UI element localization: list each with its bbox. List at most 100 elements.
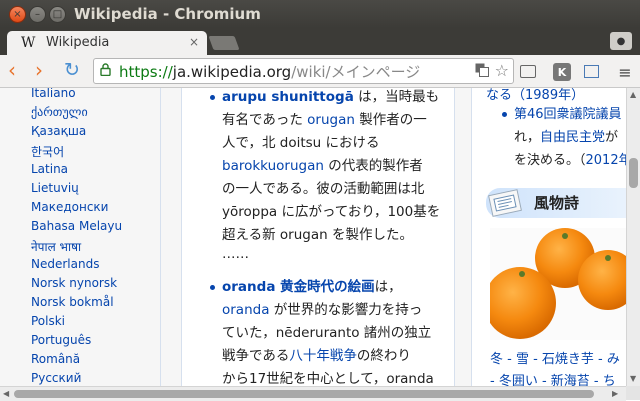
- lang-link[interactable]: Norsk bokmål: [31, 295, 114, 309]
- lang-link[interactable]: Română: [31, 352, 80, 366]
- lang-link[interactable]: Italiano: [31, 88, 76, 100]
- list-item-line: oranda 黄金時代の絵画は，: [222, 275, 402, 295]
- bookmark-star-icon[interactable]: ☆: [495, 61, 509, 80]
- inline-link[interactable]: 2012年: [586, 153, 626, 168]
- text: れ，: [514, 130, 541, 145]
- lang-link[interactable]: Bahasa Melayu: [31, 219, 122, 233]
- horizontal-scroll-thumb[interactable]: [14, 390, 594, 398]
- window-close-button[interactable]: ×: [9, 6, 26, 23]
- scroll-down-arrow-icon[interactable]: ▼: [630, 374, 636, 383]
- list-item-line: 戦争である八十年戦争の終わり: [222, 344, 411, 364]
- lang-link[interactable]: Português: [31, 333, 91, 347]
- text: の代表的製作者: [323, 158, 423, 174]
- right-line: を決める。（2012年: [514, 149, 626, 168]
- right-line: れ，自由民主党が: [514, 126, 618, 145]
- address-bar[interactable]: https://ja.wikipedia.org/wiki/メインページ ☆: [93, 58, 514, 84]
- translate-icon[interactable]: [475, 63, 489, 77]
- lang-link[interactable]: Norsk nynorsk: [31, 276, 117, 290]
- lang-link[interactable]: Қазақша: [31, 124, 86, 138]
- tab-close-icon[interactable]: ×: [189, 35, 199, 49]
- browser-toolbar: ‹ › ↻ https://ja.wikipedia.org/wiki/メインペ…: [0, 55, 640, 88]
- right-line[interactable]: 第46回衆議院議員: [514, 103, 622, 122]
- text: の終わり: [356, 348, 411, 364]
- list-item-line: 有名であった orugan 製作者の一: [222, 108, 427, 128]
- list-item-line: arupu shunittogā は，当時最も: [222, 88, 439, 105]
- wikipedia-favicon-icon: W: [21, 35, 36, 51]
- lang-link[interactable]: Македонски: [31, 200, 108, 214]
- profile-icon[interactable]: ●: [610, 32, 632, 50]
- window-title: Wikipedia - Chromium: [74, 5, 261, 23]
- text: 有名であった: [222, 112, 308, 128]
- fullscreen-icon[interactable]: [584, 65, 599, 78]
- inline-link[interactable]: 八十年戦争: [289, 348, 357, 364]
- list-bullet: [502, 112, 507, 117]
- inline-link[interactable]: oranda: [222, 302, 269, 318]
- url-text[interactable]: https://ja.wikipedia.org/wiki/メインページ: [119, 61, 420, 82]
- cast-icon[interactable]: [520, 65, 536, 78]
- seasonal-links-line[interactable]: 冬 - 雪 - 石焼き芋 - み: [490, 348, 620, 367]
- tab-label: Wikipedia: [46, 35, 110, 50]
- inline-link[interactable]: barokkuorugan: [222, 158, 324, 174]
- title-bar: × – □ Wikipedia - Chromium: [0, 0, 640, 28]
- section-title: 風物詩: [534, 194, 580, 212]
- list-bullet: [210, 285, 215, 290]
- vertical-scrollbar[interactable]: ▲ ▼: [626, 88, 640, 386]
- vertical-scroll-thumb[interactable]: [629, 158, 638, 188]
- list-item-line: から17世紀を中心として，oranda: [222, 371, 434, 386]
- url-scheme: https://: [119, 63, 173, 81]
- back-button[interactable]: ‹: [8, 60, 16, 80]
- lang-link[interactable]: ქართული: [31, 105, 88, 119]
- lang-link[interactable]: Lietuvių: [31, 181, 79, 195]
- text: 製作者の一: [354, 112, 427, 128]
- lang-link[interactable]: नेपाल भाषा: [31, 238, 81, 255]
- lang-link[interactable]: 한국어: [31, 143, 64, 160]
- window-minimize-button[interactable]: –: [29, 6, 46, 23]
- inline-link[interactable]: 第46回衆議院議員: [514, 107, 622, 122]
- window-maximize-button[interactable]: □: [49, 6, 66, 23]
- url-host: ja.wikipedia.org: [172, 63, 292, 81]
- tab-wikipedia[interactable]: W Wikipedia ×: [7, 31, 207, 55]
- lang-link[interactable]: Latina: [31, 162, 68, 176]
- seasonal-links-line[interactable]: - 冬囲い - 新海苔 - ち: [490, 370, 616, 386]
- text: を決める。（: [514, 153, 586, 168]
- inline-link[interactable]: 自由民主党: [540, 130, 605, 145]
- text: が世界的な影響力を持っ: [269, 302, 423, 318]
- forward-button[interactable]: ›: [35, 60, 43, 80]
- lang-link[interactable]: Русский: [31, 371, 81, 385]
- list-item-line: ていた，nēderuranto 諸州の独立: [222, 325, 432, 341]
- section-heading-bar: 風物詩: [486, 188, 626, 218]
- scroll-up-arrow-icon[interactable]: ▲: [630, 90, 636, 99]
- text: は，当時最も: [353, 89, 440, 105]
- list-item-line: 超える新 orugan を製作した。: [222, 227, 413, 243]
- text: 戦争である: [222, 348, 290, 364]
- scrollbar-corner: [626, 386, 640, 400]
- featured-list-panel: arupu shunittogā は，当時最も 有名であった orugan 製作…: [181, 88, 455, 386]
- list-item-line: の一人である。彼の活動範囲は北: [222, 181, 425, 197]
- item-title-link[interactable]: oranda 黄金時代の絵画: [222, 279, 375, 295]
- scroll-right-arrow-icon[interactable]: ▶: [612, 389, 618, 398]
- tab-strip: W Wikipedia × ●: [0, 28, 640, 55]
- new-tab-button[interactable]: [208, 36, 240, 50]
- extension-k-icon[interactable]: K: [553, 63, 571, 81]
- horizontal-scrollbar[interactable]: ◀ ▶: [0, 386, 626, 401]
- list-bullet: [210, 95, 215, 100]
- reload-button[interactable]: ↻: [64, 60, 80, 80]
- list-item-line: 人で，北 doitsu における: [222, 135, 380, 151]
- right-panel: なる（1989年） 第46回衆議院議員 れ，自由民主党が を決める。（2012年…: [471, 88, 626, 386]
- list-item-line: oranda が世界的な影響力を持っ: [222, 298, 422, 318]
- lock-icon[interactable]: [100, 63, 111, 79]
- mandarin-oranges-image[interactable]: [490, 228, 626, 340]
- page-content: Italiano ქართული Қазақша 한국어 Latina Liet…: [0, 88, 626, 386]
- menu-icon[interactable]: ≡: [616, 63, 634, 82]
- newspaper-icon: [488, 189, 522, 217]
- item-title-link[interactable]: arupu shunittogā: [222, 89, 354, 105]
- lang-link[interactable]: Polski: [31, 314, 65, 328]
- scroll-left-arrow-icon[interactable]: ◀: [3, 389, 9, 398]
- lang-link[interactable]: Nederlands: [31, 257, 99, 271]
- url-path: /wiki/メインページ: [291, 63, 421, 81]
- inline-link[interactable]: orugan: [307, 112, 355, 128]
- language-sidebar: Italiano ქართული Қазақша 한국어 Latina Liet…: [0, 88, 161, 386]
- list-item-line: yōroppa に広がっており，100基を: [222, 204, 441, 220]
- list-item-line: barokkuorugan の代表的製作者: [222, 154, 423, 174]
- right-line[interactable]: なる（1989年）: [486, 88, 584, 103]
